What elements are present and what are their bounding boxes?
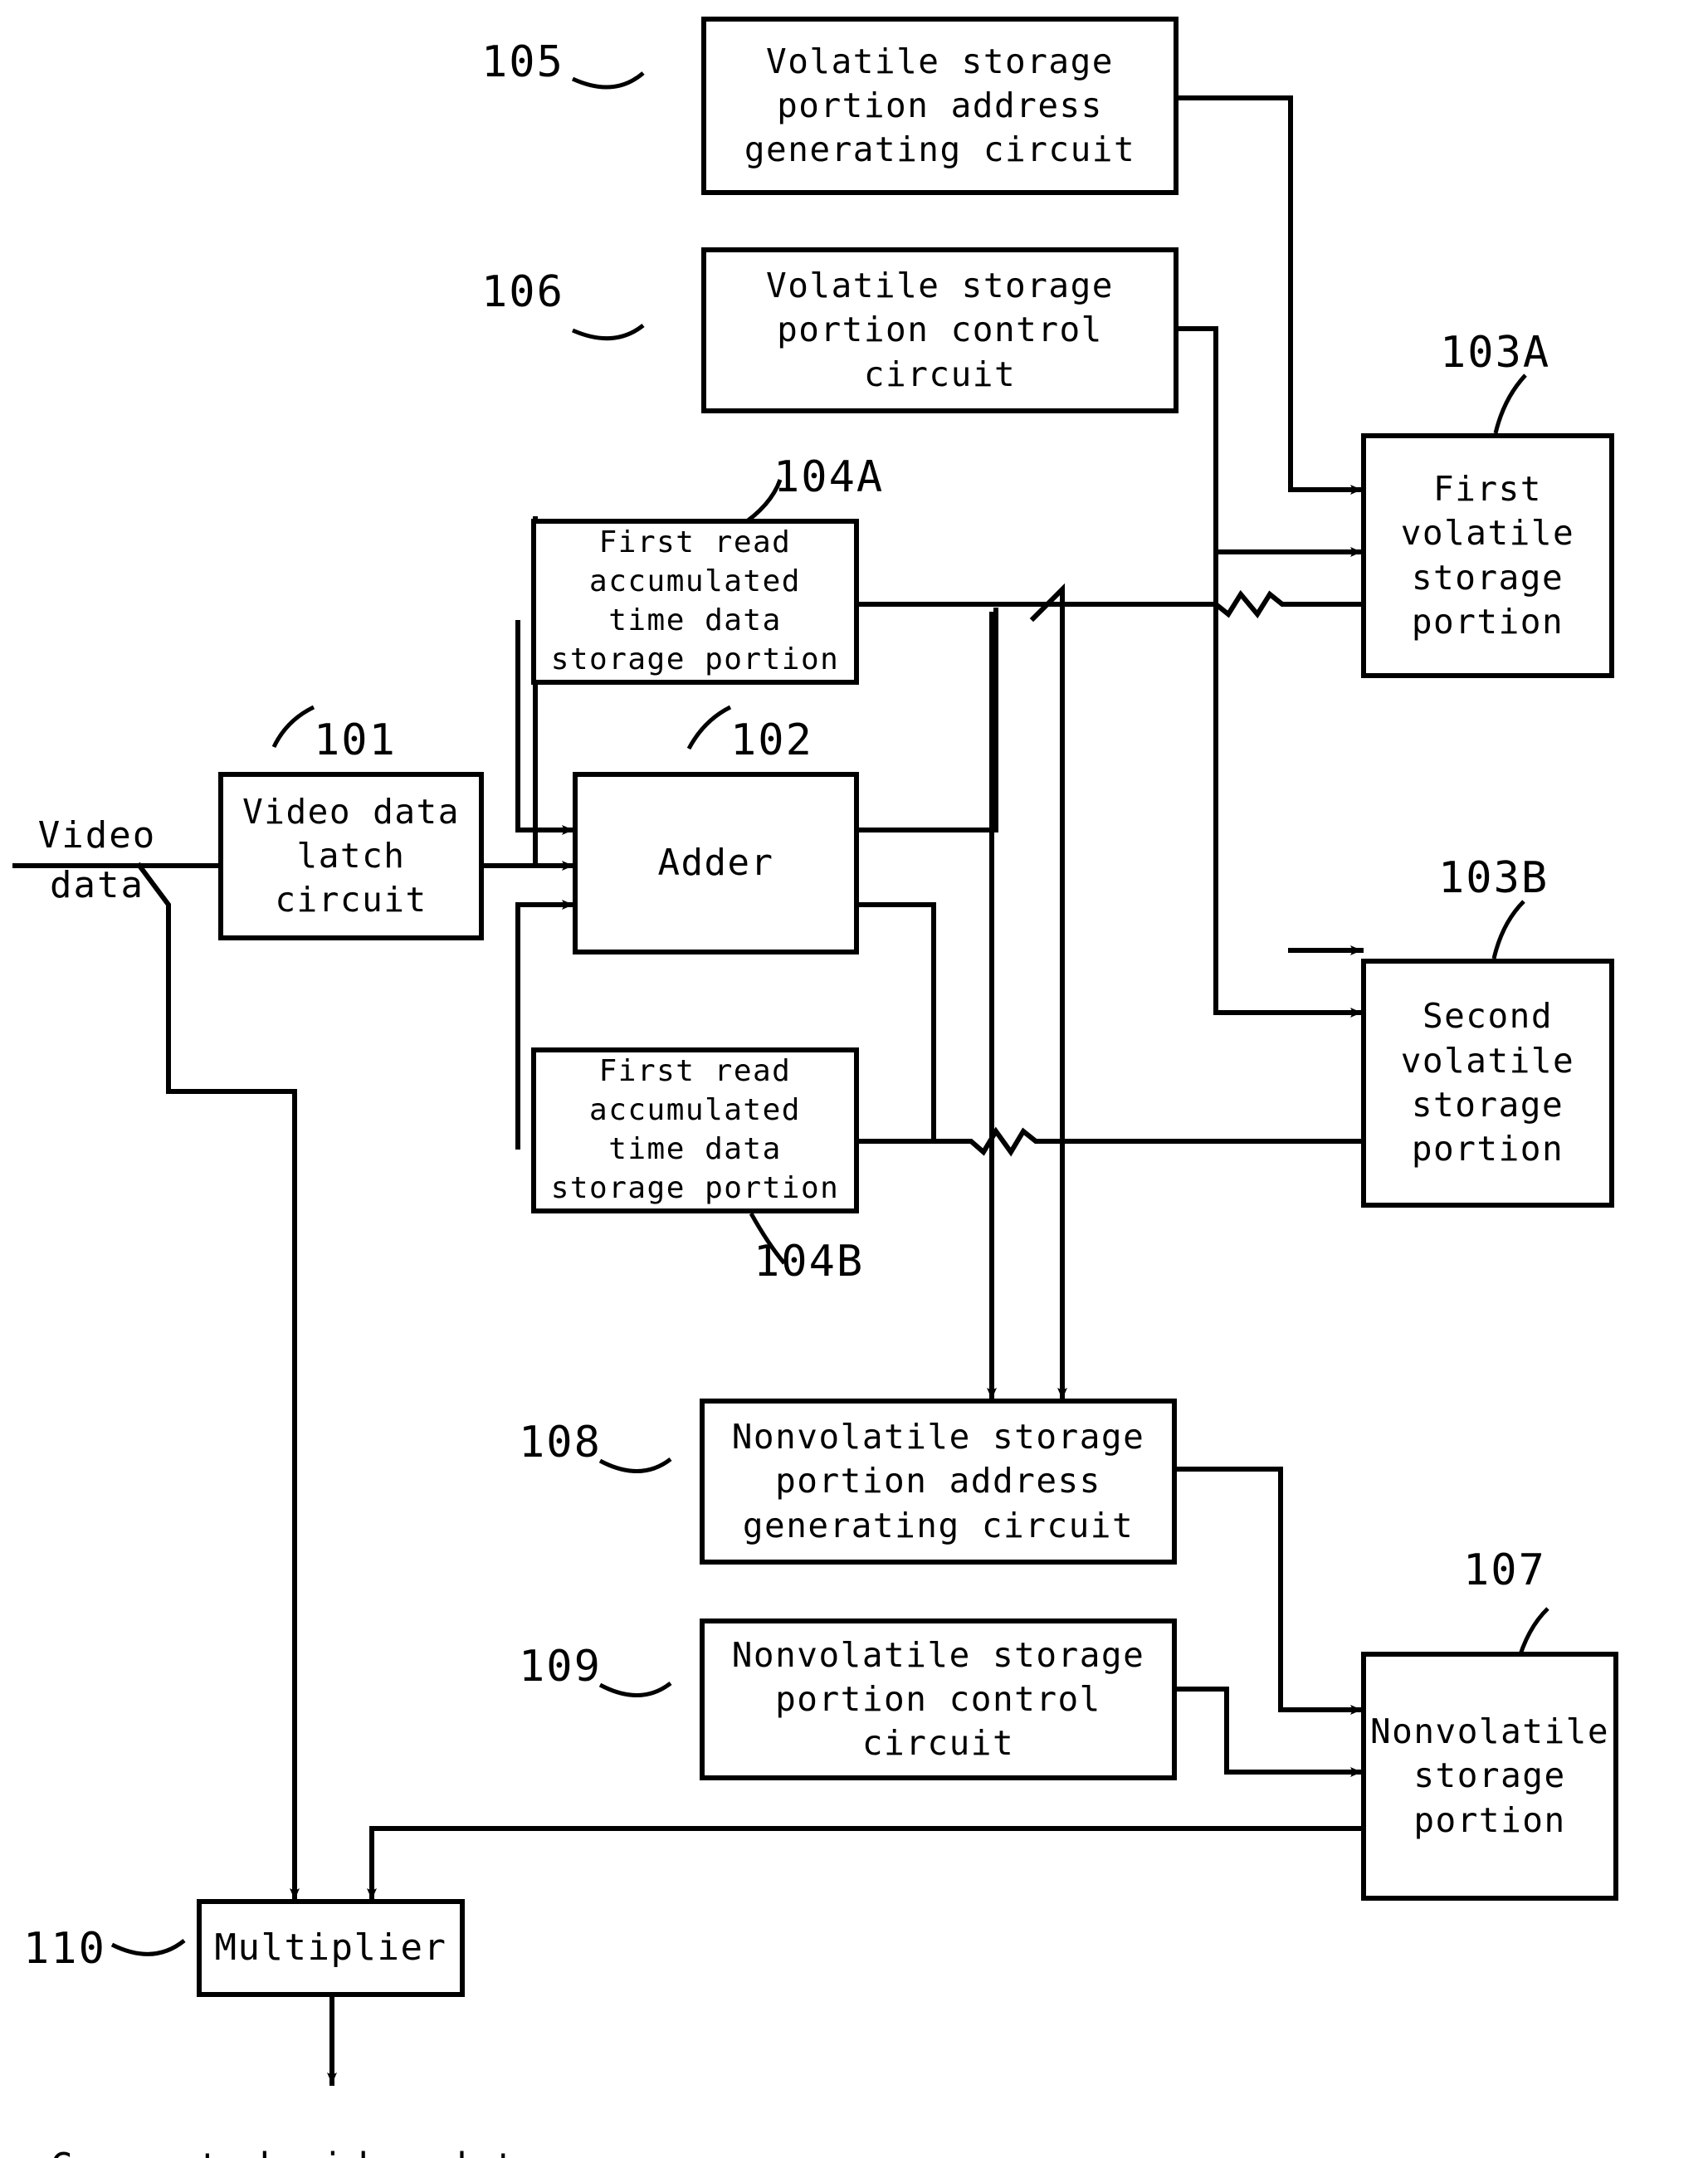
block-106-volatile-control-circuit[interactable]: Volatile storage portion control circuit — [701, 247, 1179, 413]
ref-103A: 103A — [1440, 328, 1551, 378]
block-104B-first-read-accumulated-time-data-storage[interactable]: First read accumulated time data storage… — [531, 1047, 859, 1213]
leader-102 — [686, 705, 732, 750]
block-109-nonvolatile-control-circuit[interactable]: Nonvolatile storage portion control circ… — [700, 1618, 1177, 1780]
wire-108-to-107 — [1174, 1467, 1364, 1715]
block-109-label: Nonvolatile storage portion control circ… — [731, 1634, 1145, 1764]
block-105-volatile-address-generator[interactable]: Volatile storage portion address generat… — [701, 17, 1179, 195]
block-103B-second-volatile-storage[interactable]: Second volatile storage portion — [1361, 959, 1614, 1208]
wire-109-to-107 — [1174, 1687, 1364, 1777]
ref-101: 101 — [314, 715, 397, 765]
ref-103B: 103B — [1438, 853, 1549, 903]
wire-105-to-103A — [1176, 95, 1364, 495]
ref-110: 110 — [23, 1924, 106, 1974]
block-108-label: Nonvolatile storage portion address gene… — [731, 1417, 1145, 1545]
ref-109: 109 — [519, 1642, 602, 1692]
leader-103B — [1491, 900, 1525, 959]
block-104B-label: First read accumulated time data storage… — [550, 1054, 840, 1205]
ref-106: 106 — [481, 267, 564, 317]
wire-104B-out-bus — [856, 1126, 1364, 1157]
block-110-label: Multiplier — [214, 1926, 447, 1970]
leader-109 — [598, 1681, 672, 1697]
block-103B-label: Second volatile storage portion — [1400, 996, 1575, 1169]
wire-video-data-branch — [135, 862, 300, 1902]
label-video-data-input: Video data — [37, 814, 157, 906]
block-103A-label: First volatile storage portion — [1400, 468, 1575, 642]
block-102-adder[interactable]: Adder — [573, 772, 859, 954]
wire-adder-out-lower — [856, 902, 936, 1144]
ref-107: 107 — [1463, 1545, 1546, 1595]
ref-105: 105 — [481, 37, 564, 87]
leader-110 — [110, 1939, 186, 1956]
wire-104A-out-bus — [856, 589, 1364, 619]
ref-102: 102 — [730, 715, 813, 765]
block-104A-label: First read accumulated time data storage… — [550, 525, 840, 676]
block-104A-first-read-accumulated-time-data-storage[interactable]: First read accumulated time data storage… — [531, 519, 859, 685]
ref-108: 108 — [519, 1418, 602, 1467]
block-103A-first-volatile-storage[interactable]: First volatile storage portion — [1361, 433, 1614, 678]
leader-103A — [1493, 374, 1527, 434]
leader-105 — [571, 71, 645, 90]
ref-104A: 104A — [773, 452, 885, 502]
block-110-multiplier[interactable]: Multiplier — [197, 1899, 465, 1997]
block-107-label: Nonvolatile storage portion — [1369, 1711, 1610, 1840]
wire-adder-out-upper — [856, 608, 998, 832]
wire-106-to-103B — [1176, 326, 1364, 1018]
block-106-label: Volatile storage portion control circuit — [766, 266, 1114, 394]
block-108-nonvolatile-address-generator[interactable]: Nonvolatile storage portion address gene… — [700, 1399, 1177, 1565]
patent-figure: Volatile storage portion address generat… — [0, 0, 1708, 2158]
wire-107-to-multiplier — [367, 1826, 1364, 1902]
leader-106 — [571, 324, 645, 341]
leader-108 — [598, 1457, 672, 1473]
block-102-label: Adder — [657, 842, 774, 885]
block-107-nonvolatile-storage-portion[interactable]: Nonvolatile storage portion — [1361, 1652, 1618, 1901]
wire-bus-to-108-right — [1029, 583, 1067, 1401]
block-105-label: Volatile storage portion address generat… — [744, 41, 1136, 170]
ref-104B: 104B — [754, 1237, 865, 1286]
label-corrected-video-data-output: Corrected video data — [50, 2090, 622, 2158]
block-101-video-data-latch-circuit[interactable]: Video data latch circuit — [218, 772, 484, 940]
leader-101 — [271, 705, 315, 749]
block-101-label: Video data latch circuit — [242, 791, 460, 920]
